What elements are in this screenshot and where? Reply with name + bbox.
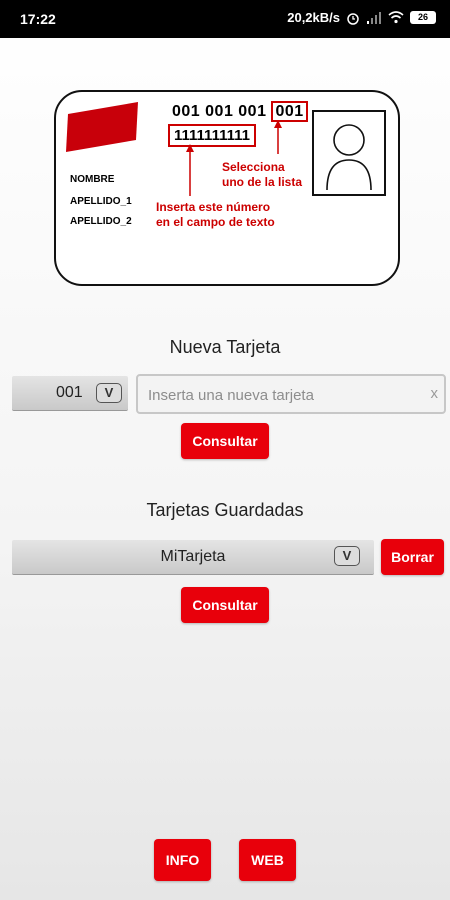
person-photo-icon: [312, 110, 386, 196]
network-speed: 20,2kB/s: [287, 10, 340, 25]
prefix-select[interactable]: 001 V: [12, 376, 128, 411]
chevron-down-icon[interactable]: V: [96, 383, 122, 403]
prefix-value: 001: [56, 384, 83, 401]
chevron-down-icon[interactable]: V: [334, 546, 360, 566]
signal-icon: [367, 12, 381, 24]
new-card-input-container: x: [136, 374, 446, 414]
status-icons: 20,2kB/s 26: [287, 10, 436, 25]
alarm-icon: [347, 12, 359, 25]
info-button[interactable]: INFO: [154, 839, 211, 881]
card-illustration: 001 001 001 001 1111111111 NOMBRE APELLI…: [54, 90, 400, 286]
status-bar: 17:22 20,2kB/s 26: [0, 0, 450, 38]
delete-button[interactable]: Borrar: [381, 539, 444, 575]
new-card-input[interactable]: [146, 376, 420, 414]
new-card-title: Nueva Tarjeta: [169, 337, 281, 357]
consult-saved-button[interactable]: Consultar: [181, 587, 269, 623]
saved-card-value: MiTarjeta: [160, 548, 226, 565]
consult-new-button[interactable]: Consultar: [181, 423, 269, 459]
clear-icon[interactable]: x: [431, 385, 439, 402]
battery-icon: 26: [410, 11, 436, 24]
saved-card-select[interactable]: MiTarjeta V: [12, 540, 374, 575]
status-time: 17:22: [20, 11, 56, 27]
wifi-icon: [388, 11, 404, 24]
web-button[interactable]: WEB: [239, 839, 296, 881]
saved-cards-title: Tarjetas Guardadas: [146, 500, 304, 520]
